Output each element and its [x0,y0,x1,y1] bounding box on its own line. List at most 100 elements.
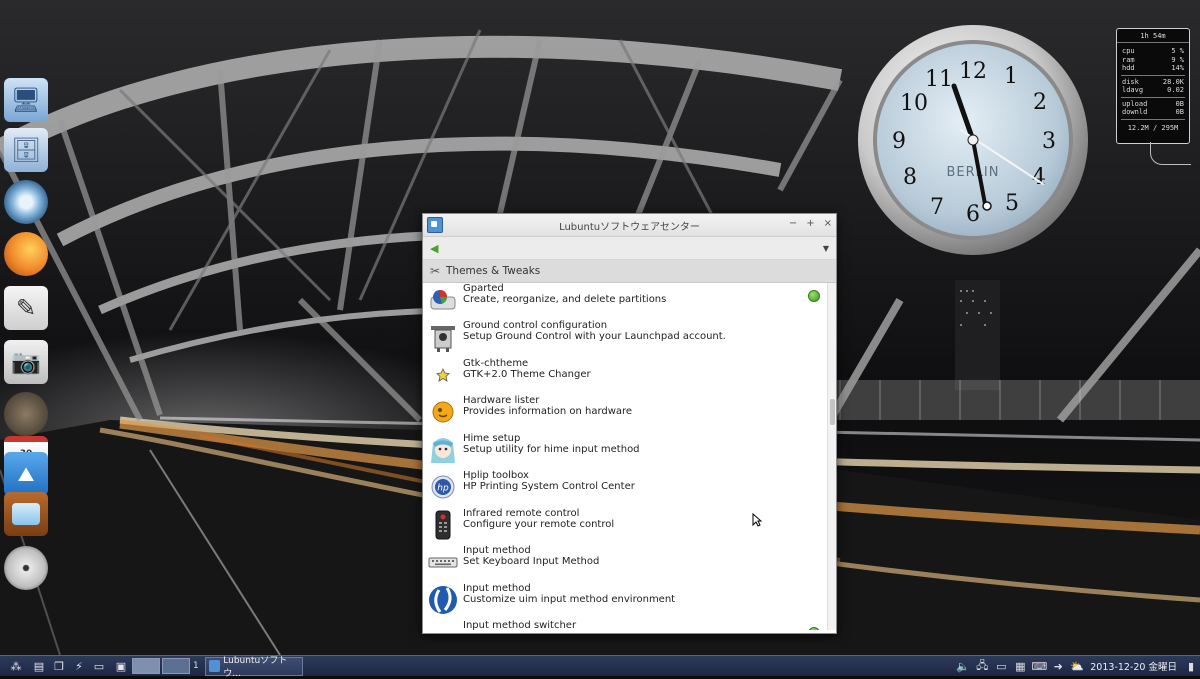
app-description: GTK+2.0 Theme Changer [463,369,591,380]
main-menu-icon[interactable]: ⁂ [4,658,28,674]
svg-text:10: 10 [900,91,928,116]
list-item[interactable]: Input method switcher [423,619,828,630]
svg-text:3: 3 [1042,129,1056,154]
screen-icon[interactable]: ▭ [992,658,1010,674]
trash-icon[interactable]: ▮ [1182,658,1200,674]
file-manager-launcher-icon[interactable]: ▤ [32,658,46,674]
notes-icon[interactable]: ▦ [1011,658,1029,674]
lightning-launcher-icon[interactable]: ⚡ [72,658,86,674]
taskbar-clock[interactable]: 2013-12-20 金曜日 [1090,659,1177,673]
hime-icon [428,435,458,465]
app-name: Gparted [463,283,504,294]
disk-row: disk 28.0K [1122,77,1184,86]
app-name: Ground control configuration [463,320,608,331]
taskbar: ⁂ ▤ ❐ ⚡ ▭ ▣ 1 Lubuntuソフトウ... 🔈 🖧 ▭ ▦ ⌨ ➜… [0,655,1200,679]
close-button[interactable]: × [824,218,832,229]
camera-icon[interactable]: 📷 [4,340,48,384]
arrow-right-icon[interactable]: ➜ [1049,658,1067,674]
software-center-icon[interactable]: ⛰ [4,452,48,496]
app-name: Input method switcher [463,620,577,630]
minimize-button[interactable]: − [789,218,797,229]
show-desktop-icon[interactable]: ▣ [112,658,130,674]
installed-badge-icon [808,627,820,630]
maximize-button[interactable]: + [806,218,814,229]
svg-text:6: 6 [966,202,980,227]
cpu-row: cpu 5 % [1122,47,1184,55]
list-item[interactable]: Infrared remote control Configure your r… [423,507,828,544]
list-item[interactable]: Hardware lister Provides information on … [423,394,828,431]
app-name: Input method [463,545,531,556]
clock-brand: BERLIN [947,165,1000,180]
folder-launcher-icon[interactable]: ❐ [50,658,68,674]
system-tray: 🔈 🖧 ▭ ▦ ⌨ ➜ ⛅ 2013-12-20 金曜日 ▮ [953,656,1200,676]
system-monitor-widget: 1h 54m cpu 5 % ram 9 % hdd 14% disk 28.0K ld… [1116,28,1190,144]
download-row: downld 0B [1122,108,1184,116]
computer-icon[interactable]: 🖥 [4,78,48,122]
uptime-text: 1h 54m [1117,29,1189,43]
volume-icon[interactable]: 🔈 [954,658,972,674]
tv-icon[interactable] [4,492,48,536]
app-description: HP Printing System Control Center [463,481,635,492]
disc-icon[interactable] [4,546,48,590]
workspace-number: 1 [193,661,199,671]
keyboard-icon [428,547,458,577]
list-item[interactable]: Gtk-chtheme GTK+2.0 Theme Changer [423,357,828,394]
window-titlebar[interactable]: Lubuntuソフトウェアセンター − + × [423,214,836,237]
svg-text:hp: hp [437,484,449,494]
taskbar-window-label: Lubuntuソフトウ... [223,656,288,679]
category-title: Themes & Tweaks [446,265,541,277]
uim-icon [428,585,458,615]
mouse-cursor-icon [752,512,763,530]
taskbar-window-button[interactable]: Lubuntuソフトウ... [204,656,303,679]
hardware-lister-icon [428,397,458,427]
app-description: Setup utility for hime input method [463,444,640,455]
list-scrollbar[interactable] [827,283,836,630]
svg-text:5: 5 [1005,191,1019,216]
text-editor-icon[interactable]: ✎ [4,286,48,330]
list-item[interactable]: Ground control configuration Setup Groun… [423,319,828,356]
svg-text:11: 11 [925,67,953,92]
scrollbar-thumb[interactable] [830,399,835,425]
list-item[interactable]: Hime setup Setup utility for hime input … [423,432,828,469]
svg-text:8: 8 [903,165,917,190]
workspace-1[interactable] [132,658,160,674]
list-item[interactable]: Input method Customize uim input method … [423,582,828,619]
memory-total-text: 12.2M / 295M [1127,123,1179,132]
hp-icon: hp [428,472,458,502]
app-name: Hardware lister [463,395,540,406]
weather-icon[interactable]: ⛅ [1068,658,1086,674]
svg-text:1: 1 [1004,64,1018,89]
app-description: Create, reorganize, and delete partition… [463,294,667,305]
software-center-app-icon [208,660,221,672]
screen-launcher-icon[interactable]: ▭ [90,658,108,674]
svg-text:9: 9 [892,129,906,154]
chromium-icon[interactable] [4,180,48,224]
gimp-icon[interactable] [4,392,48,436]
svg-text:12: 12 [959,59,987,84]
window-toolbar: ◀ ▼ [423,237,836,260]
network-icon[interactable]: 🖧 [973,658,991,674]
device-icon[interactable]: ⌨ [1030,658,1048,674]
app-name: Infrared remote control [463,508,580,519]
window-title: Lubuntuソフトウェアセンター [559,221,700,233]
back-arrow-icon[interactable]: ◀ [430,242,438,255]
remote-control-icon [428,510,458,540]
app-name: Hplip toolbox [463,470,529,481]
svg-text:2: 2 [1033,90,1047,115]
app-list[interactable]: Gparted Create, reorganize, and delete p… [423,283,836,630]
file-manager-icon[interactable]: 🗄 [4,128,48,172]
list-item[interactable]: hp Hplip toolbox HP Printing System Cont… [423,469,828,506]
clock-widget: 12 1 2 3 4 5 6 7 8 9 10 11 BERLIN [857,24,1089,256]
app-name: Gtk-chtheme [463,358,529,369]
ground-control-icon [428,322,458,352]
list-item[interactable]: Gparted Create, reorganize, and delete p… [423,283,828,319]
gparted-icon [428,285,458,315]
firefox-icon[interactable] [4,232,48,276]
installed-badge-icon [808,290,820,302]
workspace-2[interactable] [162,658,190,674]
gtk-theme-icon [428,360,458,390]
category-header: ✂ Themes & Tweaks [423,260,836,283]
ldavg-row: ldavg 0.02 [1122,86,1184,94]
list-item[interactable]: Input method Set Keyboard Input Method [423,544,828,581]
chevron-down-icon[interactable]: ▼ [823,244,829,253]
